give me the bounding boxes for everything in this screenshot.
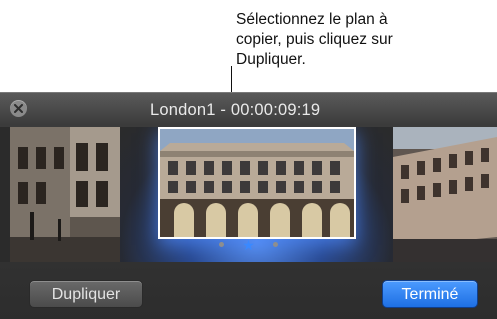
- page-dot[interactable]: [218, 242, 224, 248]
- callout-line-3: Dupliquer.: [236, 51, 306, 68]
- done-button[interactable]: Terminé: [382, 280, 478, 308]
- instruction-callout: Sélectionnez le plan à copier, puis cliq…: [236, 10, 486, 70]
- title-bar: London1 - 00:00:09:19: [0, 93, 497, 125]
- pagination: ★: [0, 236, 497, 254]
- page-dot[interactable]: [273, 242, 279, 248]
- clip-title: London1 - 00:00:09:19: [150, 101, 321, 119]
- callout-line-2: copier, puis cliquez sur: [236, 31, 393, 48]
- duplicate-button[interactable]: Dupliquer: [29, 280, 143, 308]
- close-icon[interactable]: [10, 100, 27, 117]
- clip-thumbnail-selected[interactable]: [158, 127, 356, 239]
- star-icon[interactable]: ★: [242, 238, 255, 252]
- callout-line-1: Sélectionnez le plan à: [236, 11, 388, 28]
